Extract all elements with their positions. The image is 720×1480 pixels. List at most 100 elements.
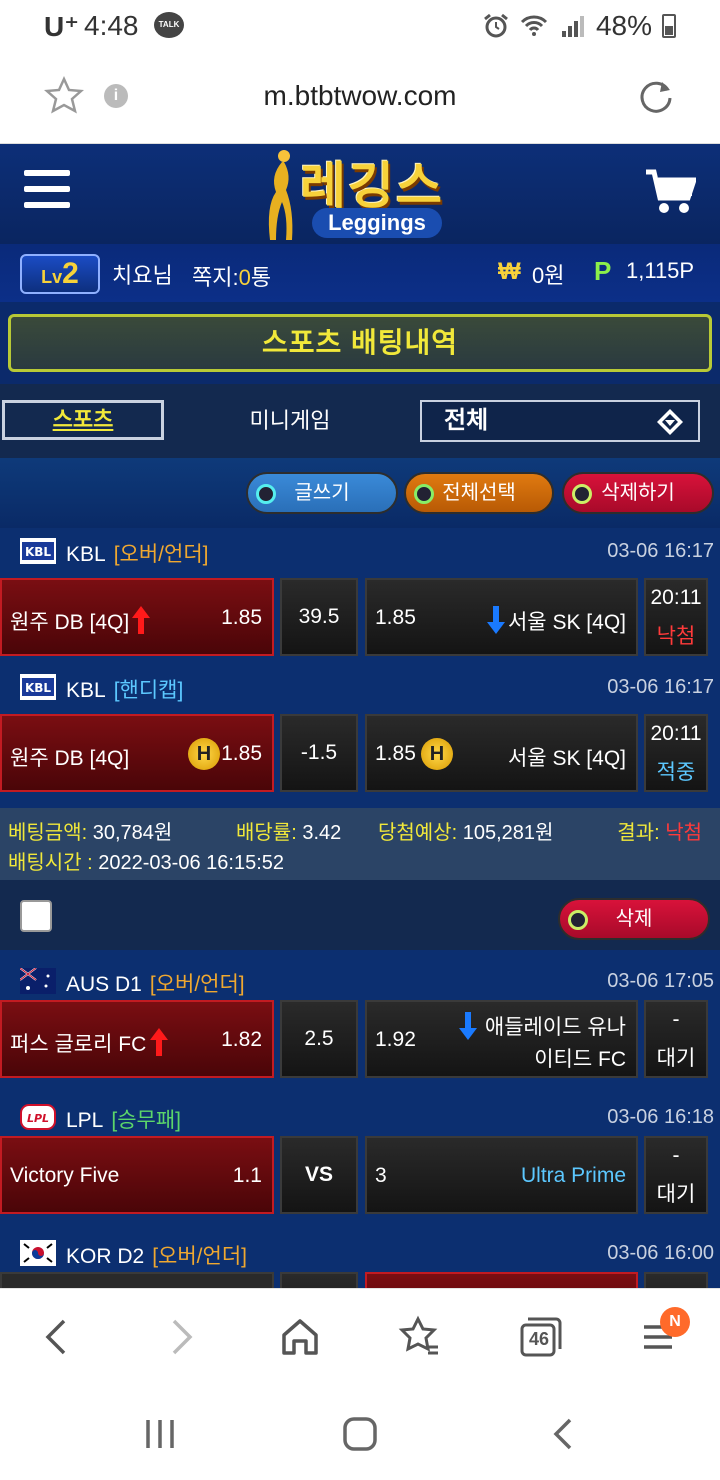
bet-row-header: LPL LPL [승무패] 03-06 16:18 xyxy=(0,1094,720,1138)
away-odds-cell[interactable]: 1.92 애들레이드 유나 이티드 FC xyxy=(365,1000,638,1078)
handicap-h-icon: H xyxy=(188,738,220,770)
bet-datetime: 03-06 16:00 xyxy=(607,1242,714,1264)
write-button[interactable]: 글쓰기 xyxy=(246,472,398,514)
home-odds-cell[interactable] xyxy=(0,1272,274,1288)
versus-cell: VS xyxy=(280,1136,358,1214)
battery-percent: 48% xyxy=(595,10,652,41)
level-badge: Lv2 xyxy=(20,254,100,294)
handicap-h-icon: H xyxy=(421,738,453,770)
tab-minigame[interactable]: 미니게임 xyxy=(218,404,362,438)
site-header: 레깅스 Leggings xyxy=(0,144,720,244)
point-icon: P xyxy=(594,256,612,286)
home-odds-cell[interactable]: Victory Five 1.1 xyxy=(0,1136,274,1214)
kbl-flag-icon: KBL xyxy=(20,674,56,700)
tabs-icon[interactable]: 46 xyxy=(516,1313,564,1361)
notification-badge: N xyxy=(660,1307,690,1337)
home-odds-cell[interactable]: 원주 DB [4Q] 1.85 xyxy=(0,578,274,656)
signal-icon xyxy=(561,16,584,37)
line-cell: 39.5 xyxy=(280,578,358,656)
bet-datetime: 03-06 16:17 xyxy=(607,540,714,562)
league-label: LPL [승무패] xyxy=(66,1109,182,1132)
result-cell xyxy=(644,1272,708,1288)
home-button-icon[interactable] xyxy=(340,1414,380,1454)
delete-slip-button[interactable]: 삭제 xyxy=(558,898,710,940)
tab-sports[interactable]: 스포츠 xyxy=(2,400,164,440)
result-cell: - 대기 xyxy=(644,1000,708,1078)
arrow-up-icon xyxy=(132,606,150,634)
url-text[interactable]: m.btbtwow.com xyxy=(0,80,720,112)
away-odds-cell[interactable]: 1.85 H 서울 SK [4Q] xyxy=(365,714,638,792)
slip-checkbox[interactable] xyxy=(20,900,52,932)
button-dot-icon xyxy=(572,484,592,504)
username: 치요님 xyxy=(112,263,173,288)
line-cell: -1.5 xyxy=(280,714,358,792)
browser-bottom-nav: 46 N xyxy=(0,1288,720,1384)
line-cell: 2.5 xyxy=(280,1000,358,1078)
away-odds-cell[interactable]: 3 Ultra Prime xyxy=(365,1136,638,1214)
delete-selected-button[interactable]: 삭제하기 xyxy=(562,472,714,514)
memo-link[interactable]: 쪽지:0통 xyxy=(192,260,271,292)
system-back-icon[interactable] xyxy=(544,1414,584,1454)
bet-row-header: KBL KBL [오버/언더] 03-06 16:17 xyxy=(0,528,720,572)
bet-datetime: 03-06 16:17 xyxy=(607,676,714,698)
away-odds-cell[interactable]: 1.85 서울 SK [4Q] xyxy=(365,578,638,656)
bet-time: 배팅시간 : 2022-03-06 16:15:52 xyxy=(8,852,284,874)
point-balance: 1,115P xyxy=(626,258,695,283)
arrow-down-icon xyxy=(487,606,505,634)
lpl-logo-icon: LPL xyxy=(20,1104,56,1130)
bet-amount: 베팅금액: 30,784원 xyxy=(8,822,173,844)
dropdown-diamond-icon xyxy=(657,409,683,435)
tabs-count: 46 xyxy=(528,1329,550,1349)
filter-select[interactable]: 전체 xyxy=(420,400,700,442)
result-cell: - 대기 xyxy=(644,1136,708,1214)
forward-icon[interactable] xyxy=(156,1313,204,1361)
home-odds-cell[interactable]: 원주 DB [4Q] H 1.85 xyxy=(0,714,274,792)
home-odds-cell[interactable]: 퍼스 글로리 FC 1.82 xyxy=(0,1000,274,1078)
league-label: KBL [오버/언더] xyxy=(66,543,209,566)
league-label: KBL [핸디캡] xyxy=(66,679,184,702)
recent-apps-icon[interactable] xyxy=(140,1414,180,1454)
kbl-flag-icon: KBL xyxy=(20,538,56,564)
bookmarks-icon[interactable] xyxy=(396,1313,444,1361)
battery-icon xyxy=(662,14,676,38)
action-bar: 글쓰기 전체선택 삭제하기 xyxy=(0,458,720,528)
logo-english[interactable]: Leggings xyxy=(312,208,442,238)
league-label: AUS D1 [오버/언더] xyxy=(66,973,245,996)
korea-flag-icon xyxy=(20,1240,56,1266)
bet-datetime: 03-06 17:05 xyxy=(607,970,714,992)
result-cell: 20:11 적중 xyxy=(644,714,708,792)
system-nav-bar xyxy=(0,1384,720,1480)
away-odds-cell[interactable] xyxy=(365,1272,638,1288)
won-icon: ₩ xyxy=(498,258,521,285)
button-dot-icon xyxy=(414,484,434,504)
reload-icon[interactable] xyxy=(636,76,676,116)
back-icon[interactable] xyxy=(34,1313,82,1361)
user-info-bar: Lv2 치요님 쪽지:0통 ₩ 0원 P 1,115P xyxy=(0,244,720,302)
browser-url-bar: i m.btbtwow.com xyxy=(0,52,720,144)
bet-rate: 배당률: 3.42 xyxy=(236,822,342,844)
bet-result: 결과: 낙첨 xyxy=(617,822,702,844)
button-dot-icon xyxy=(256,484,276,504)
svg-text:LPL: LPL xyxy=(27,1112,49,1125)
svg-text:KBL: KBL xyxy=(25,681,51,695)
cart-icon[interactable] xyxy=(644,168,696,216)
status-bar: U⁺ 4:48 TALK 48% xyxy=(0,0,720,52)
australia-flag-icon xyxy=(20,968,56,994)
status-icons: 48% xyxy=(482,10,676,42)
logo-figure-icon xyxy=(268,150,293,240)
menu-icon[interactable] xyxy=(24,170,70,210)
arrow-down-icon xyxy=(459,1012,477,1040)
svg-text:KBL: KBL xyxy=(25,545,51,559)
wifi-icon xyxy=(520,15,548,36)
clock: 4:48 xyxy=(84,10,139,41)
select-all-button[interactable]: 전체선택 xyxy=(404,472,554,514)
page-title: 스포츠 배팅내역 xyxy=(8,314,712,372)
arrow-up-icon xyxy=(150,1028,168,1056)
bet-datetime: 03-06 16:18 xyxy=(607,1106,714,1128)
slip-controls: 삭제 xyxy=(0,880,720,950)
carrier-label: U⁺ xyxy=(44,11,79,42)
site-content: 레깅스 Leggings Lv2 치요님 쪽지:0통 ₩ 0원 P 1,115P… xyxy=(0,144,720,1288)
bet-row-header: KOR D2 [오버/언더] 03-06 16:00 xyxy=(0,1230,720,1274)
home-icon[interactable] xyxy=(276,1313,324,1361)
expected-win: 당첨예상: 105,281원 xyxy=(378,822,554,844)
